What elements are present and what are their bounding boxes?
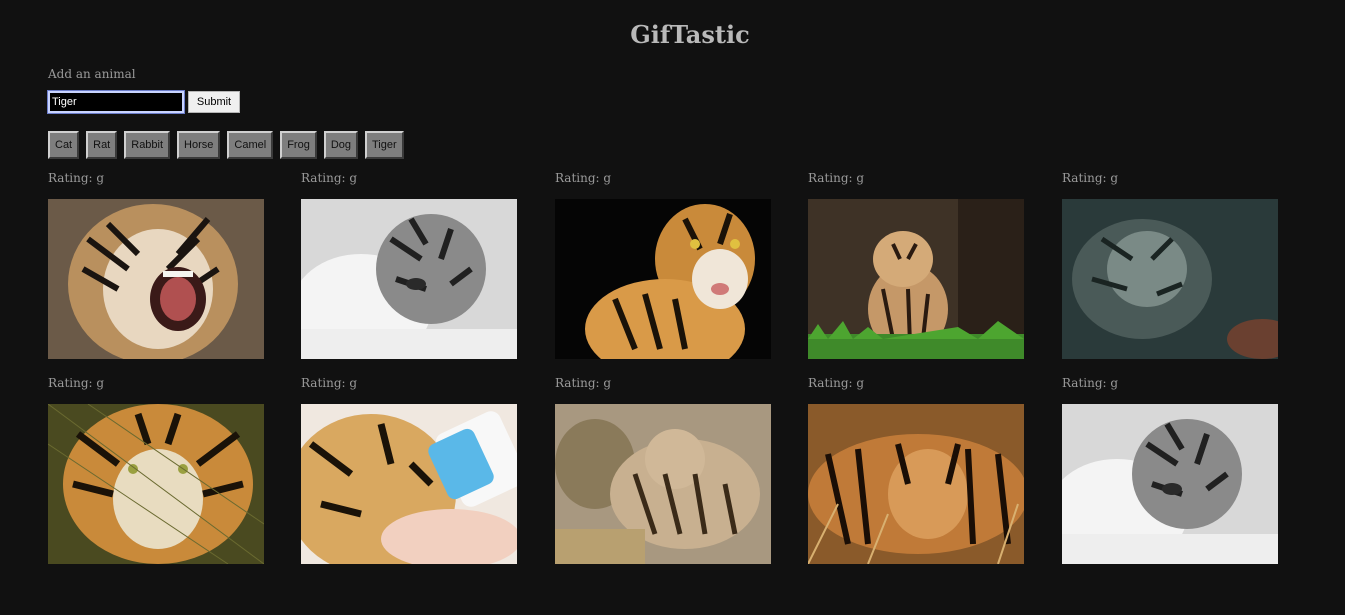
gif-rating: Rating: g — [301, 376, 358, 390]
gif-card: Rating: g — [1062, 375, 1278, 564]
gif-image[interactable] — [555, 199, 771, 359]
gif-image[interactable] — [1062, 404, 1278, 564]
animal-button-dog[interactable]: Dog — [323, 131, 358, 159]
add-animal-form: Submit — [47, 90, 240, 114]
gif-image[interactable] — [808, 199, 1024, 359]
animal-button-cat[interactable]: Cat — [48, 131, 80, 159]
gif-rating: Rating: g — [555, 376, 612, 390]
tiger-lying-grass-gif-icon — [808, 404, 1024, 564]
submit-button[interactable]: Submit — [188, 91, 240, 113]
gif-card: Rating: g — [1062, 170, 1278, 359]
gif-rating: Rating: g — [48, 376, 105, 390]
gif-image[interactable] — [1062, 199, 1278, 359]
gif-image[interactable] — [48, 199, 264, 359]
gif-card: Rating: g — [808, 375, 1024, 564]
gif-rating: Rating: g — [808, 376, 865, 390]
gif-card: Rating: g — [48, 170, 264, 359]
tiger-portrait-black-bg-gif-icon — [555, 199, 771, 359]
tiger-roaring-gif-icon — [48, 199, 264, 359]
gif-rating: Rating: g — [1062, 171, 1119, 185]
gif-card: Rating: g — [48, 375, 264, 564]
gif-image[interactable] — [808, 404, 1024, 564]
animal-input[interactable] — [47, 90, 185, 114]
gif-rating: Rating: g — [808, 171, 865, 185]
gif-rating: Rating: g — [555, 171, 612, 185]
animal-button-horse[interactable]: Horse — [177, 131, 221, 159]
animal-buttons: Cat Rat Rabbit Horse Camel Frog Dog Tige… — [48, 131, 404, 159]
gif-card: Rating: g — [555, 170, 771, 359]
gif-card: Rating: g — [301, 375, 517, 564]
gif-card: Rating: g — [555, 375, 771, 564]
gif-image[interactable] — [48, 404, 264, 564]
gif-image[interactable] — [301, 199, 517, 359]
animal-button-tiger[interactable]: Tiger — [365, 131, 404, 159]
tiger-cub-bottle-gif-icon — [301, 404, 517, 564]
animal-button-rabbit[interactable]: Rabbit — [124, 131, 171, 159]
animal-button-camel[interactable]: Camel — [227, 131, 274, 159]
add-animal-label: Add an animal — [48, 67, 136, 81]
gif-card: Rating: g — [808, 170, 1024, 359]
gif-image[interactable] — [555, 404, 771, 564]
animal-button-rat[interactable]: Rat — [86, 131, 118, 159]
tiger-cub-bw-gif-icon — [301, 199, 517, 359]
gif-rating: Rating: g — [301, 171, 358, 185]
tiger-face-grass-gif-icon — [48, 404, 264, 564]
gif-rating: Rating: g — [48, 171, 105, 185]
tiger-cub-bw-gif-2-icon — [1062, 404, 1278, 564]
animal-button-frog[interactable]: Frog — [280, 131, 317, 159]
gif-card: Rating: g — [301, 170, 517, 359]
gif-rating: Rating: g — [1062, 376, 1119, 390]
tiger-underwater-gif-icon — [1062, 199, 1278, 359]
page-title: GifTastic — [630, 20, 750, 49]
tiger-cub-cave-gif-icon — [808, 199, 1024, 359]
page: GifTastic Add an animal Submit Cat Rat R… — [0, 0, 1345, 615]
gif-image[interactable] — [301, 404, 517, 564]
tiger-and-leopard-gif-icon — [555, 404, 771, 564]
